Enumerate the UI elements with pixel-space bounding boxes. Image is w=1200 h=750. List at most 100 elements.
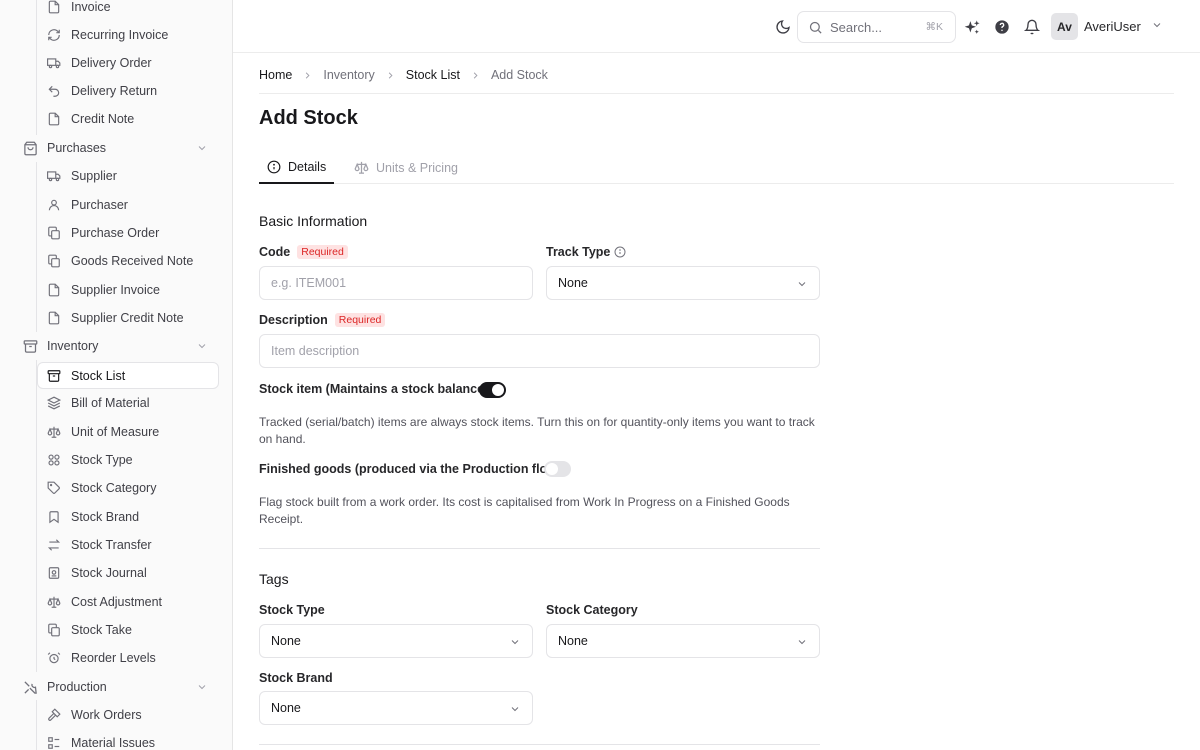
sidebar-item-stock-journal[interactable]: Stock Journal <box>0 559 232 587</box>
moon-icon[interactable] <box>773 17 793 37</box>
sidebar-item-label: Stock Transfer <box>71 538 152 552</box>
sidebar-item-supplier-credit-note[interactable]: Supplier Credit Note <box>0 304 232 332</box>
search-box[interactable]: ⌘K <box>797 11 956 43</box>
sidebar-item-purchaser[interactable]: Purchaser <box>0 191 232 219</box>
bell-icon[interactable] <box>1022 17 1042 37</box>
sidebar-item-stock-type[interactable]: Stock Type <box>0 446 232 474</box>
sidebar-item-stock-list[interactable]: Stock List <box>0 362 232 390</box>
stock-item-toggle[interactable] <box>479 382 506 398</box>
sidebar-item-credit-note[interactable]: Credit Note <box>0 105 232 133</box>
sidebar: Invoice Recurring Invoice Delivery Order… <box>0 0 233 750</box>
archive-icon <box>46 368 62 384</box>
sidebar-item-purchase-order[interactable]: Purchase Order <box>0 219 232 247</box>
sidebar-item-unit-of-measure[interactable]: Unit of Measure <box>0 418 232 446</box>
sidebar-item-work-orders[interactable]: Work Orders <box>0 701 232 729</box>
code-input[interactable] <box>271 276 521 290</box>
sidebar-item-label: Goods Received Note <box>71 254 194 268</box>
field-label: Stock Type <box>259 603 325 617</box>
tab-units-pricing[interactable]: Units & Pricing <box>354 151 458 184</box>
sidebar-item-label: Stock Category <box>71 481 157 495</box>
sidebar-item-reorder-levels[interactable]: Reorder Levels <box>0 644 232 672</box>
username[interactable]: AveriUser <box>1084 19 1141 34</box>
field-label: Description <box>259 313 328 327</box>
layers-icon <box>46 395 62 411</box>
file-icon <box>46 310 62 326</box>
description-field[interactable] <box>259 334 820 368</box>
sparkles-icon[interactable] <box>962 17 982 37</box>
sidebar-item-stock-take[interactable]: Stock Take <box>0 616 232 644</box>
scale-icon <box>46 424 62 440</box>
tab-details[interactable]: Details <box>259 151 335 184</box>
track-type-label: Track Type <box>546 245 626 259</box>
breadcrumb-current: Add Stock <box>490 68 548 82</box>
chevron-down-icon <box>509 636 521 648</box>
grid-icon <box>46 452 62 468</box>
section-divider <box>259 744 820 745</box>
sidebar-item-label: Delivery Order <box>71 56 152 70</box>
tag-icon <box>46 480 62 496</box>
tab-bar: Details Units & Pricing <box>259 151 1174 184</box>
sidebar-item-stock-transfer[interactable]: Stock Transfer <box>0 531 232 559</box>
help-icon[interactable] <box>992 17 1012 37</box>
scale-icon <box>354 160 369 175</box>
track-type-select[interactable]: None <box>546 266 820 300</box>
sidebar-item-recurring-invoice[interactable]: Recurring Invoice <box>0 21 232 49</box>
search-input[interactable] <box>830 19 920 35</box>
description-input[interactable] <box>271 344 808 358</box>
page-title: Add Stock <box>259 107 358 129</box>
sidebar-item-supplier-invoice[interactable]: Supplier Invoice <box>0 276 232 304</box>
sidebar-item-stock-brand[interactable]: Stock Brand <box>0 503 232 531</box>
code-field[interactable] <box>259 266 533 300</box>
sidebar-group-purchases[interactable]: Purchases <box>0 134 232 162</box>
section-title-tags: Tags <box>259 571 289 587</box>
copy-icon <box>46 253 62 269</box>
sidebar-item-label: Stock Take <box>71 623 132 637</box>
avatar[interactable]: Av <box>1051 13 1078 40</box>
file-icon <box>46 0 62 15</box>
sidebar-item-bill-of-material[interactable]: Bill of Material <box>0 389 232 417</box>
stock-type-select[interactable]: None <box>259 624 533 658</box>
finished-goods-toggle[interactable] <box>544 461 571 477</box>
sidebar-item-label: Supplier Credit Note <box>71 311 184 325</box>
topbar: ⌘K Av AveriUser <box>233 0 1200 53</box>
alarm-icon <box>46 650 62 666</box>
chevron-down-icon <box>796 636 808 648</box>
sidebar-item-delivery-order[interactable]: Delivery Order <box>0 49 232 77</box>
sidebar-item-material-issues[interactable]: Material Issues <box>0 729 232 750</box>
sidebar-item-label: Purchase Order <box>71 226 160 240</box>
sidebar-item-invoice[interactable]: Invoice <box>0 0 232 21</box>
sidebar-item-label: Delivery Return <box>71 84 158 98</box>
undo-icon <box>46 83 62 99</box>
breadcrumb-home[interactable]: Home <box>259 68 292 82</box>
sidebar-item-delivery-return[interactable]: Delivery Return <box>0 77 232 105</box>
finished-goods-label: Finished goods (produced via the Product… <box>259 462 562 476</box>
shopping-bag-icon <box>22 140 38 156</box>
sidebar-item-label: Supplier <box>71 169 117 183</box>
field-label: Track Type <box>546 245 611 259</box>
truck-icon <box>46 55 62 71</box>
sidebar-item-label: Work Orders <box>71 708 142 722</box>
chevron-down-icon <box>196 681 208 693</box>
sidebar-group-production[interactable]: Production <box>0 673 232 701</box>
sidebar-item-supplier[interactable]: Supplier <box>0 162 232 190</box>
chevron-down-icon <box>796 278 808 290</box>
user-icon <box>46 197 62 213</box>
chevron-down-icon[interactable] <box>1151 19 1163 31</box>
sidebar-item-label: Recurring Invoice <box>71 28 169 42</box>
file-icon <box>46 282 62 298</box>
bookmark-icon <box>46 509 62 525</box>
breadcrumb-stock-list[interactable]: Stock List <box>406 68 460 82</box>
sidebar-item-label: Stock Journal <box>71 566 147 580</box>
info-icon[interactable] <box>614 246 626 258</box>
stock-brand-select[interactable]: None <box>259 691 533 725</box>
sidebar-group-inventory[interactable]: Inventory <box>0 332 232 360</box>
breadcrumb-inventory[interactable]: Inventory <box>323 68 374 82</box>
sidebar-group-label: Production <box>47 680 107 694</box>
stock-category-select[interactable]: None <box>546 624 820 658</box>
search-shortcut: ⌘K <box>925 21 943 33</box>
copy-icon <box>46 622 62 638</box>
sidebar-item-goods-received-note[interactable]: Goods Received Note <box>0 247 232 275</box>
sidebar-item-cost-adjustment[interactable]: Cost Adjustment <box>0 588 232 616</box>
sidebar-item-stock-category[interactable]: Stock Category <box>0 474 232 502</box>
chevron-right-icon <box>385 70 396 81</box>
